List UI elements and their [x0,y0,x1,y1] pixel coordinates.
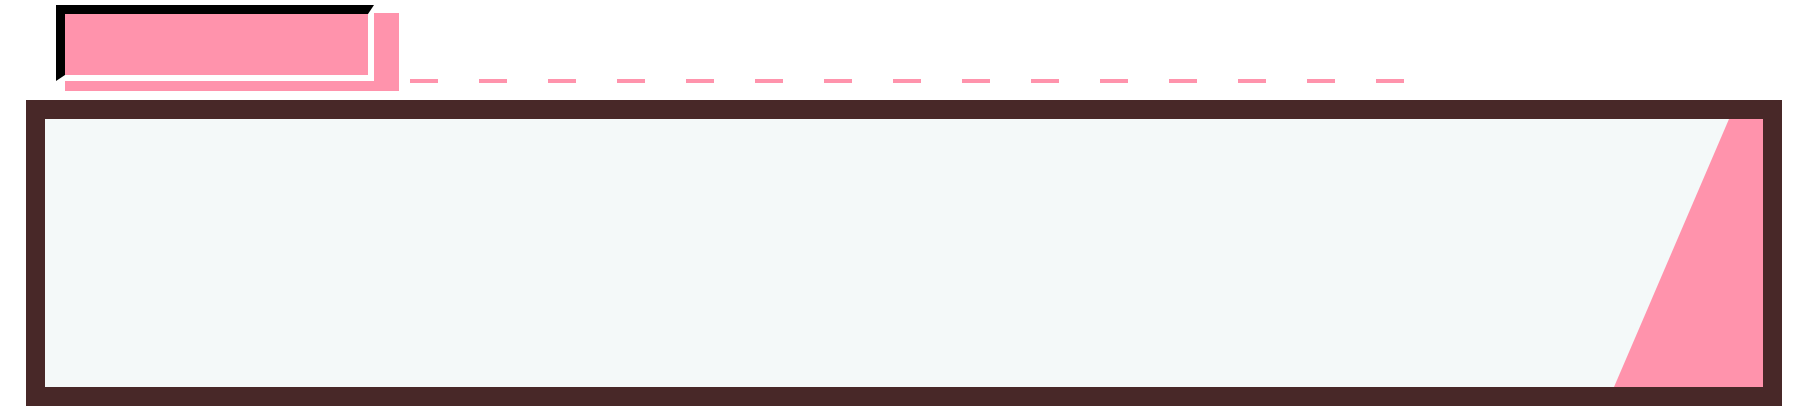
panel-background [45,119,1763,387]
dashed-line-icon [410,79,1410,83]
panel-fill-graphic [45,119,1763,387]
main-panel-body [45,119,1763,387]
header-block [56,5,374,81]
dashed-connector-line [410,78,1410,84]
main-panel [26,100,1782,406]
canvas [0,0,1808,418]
